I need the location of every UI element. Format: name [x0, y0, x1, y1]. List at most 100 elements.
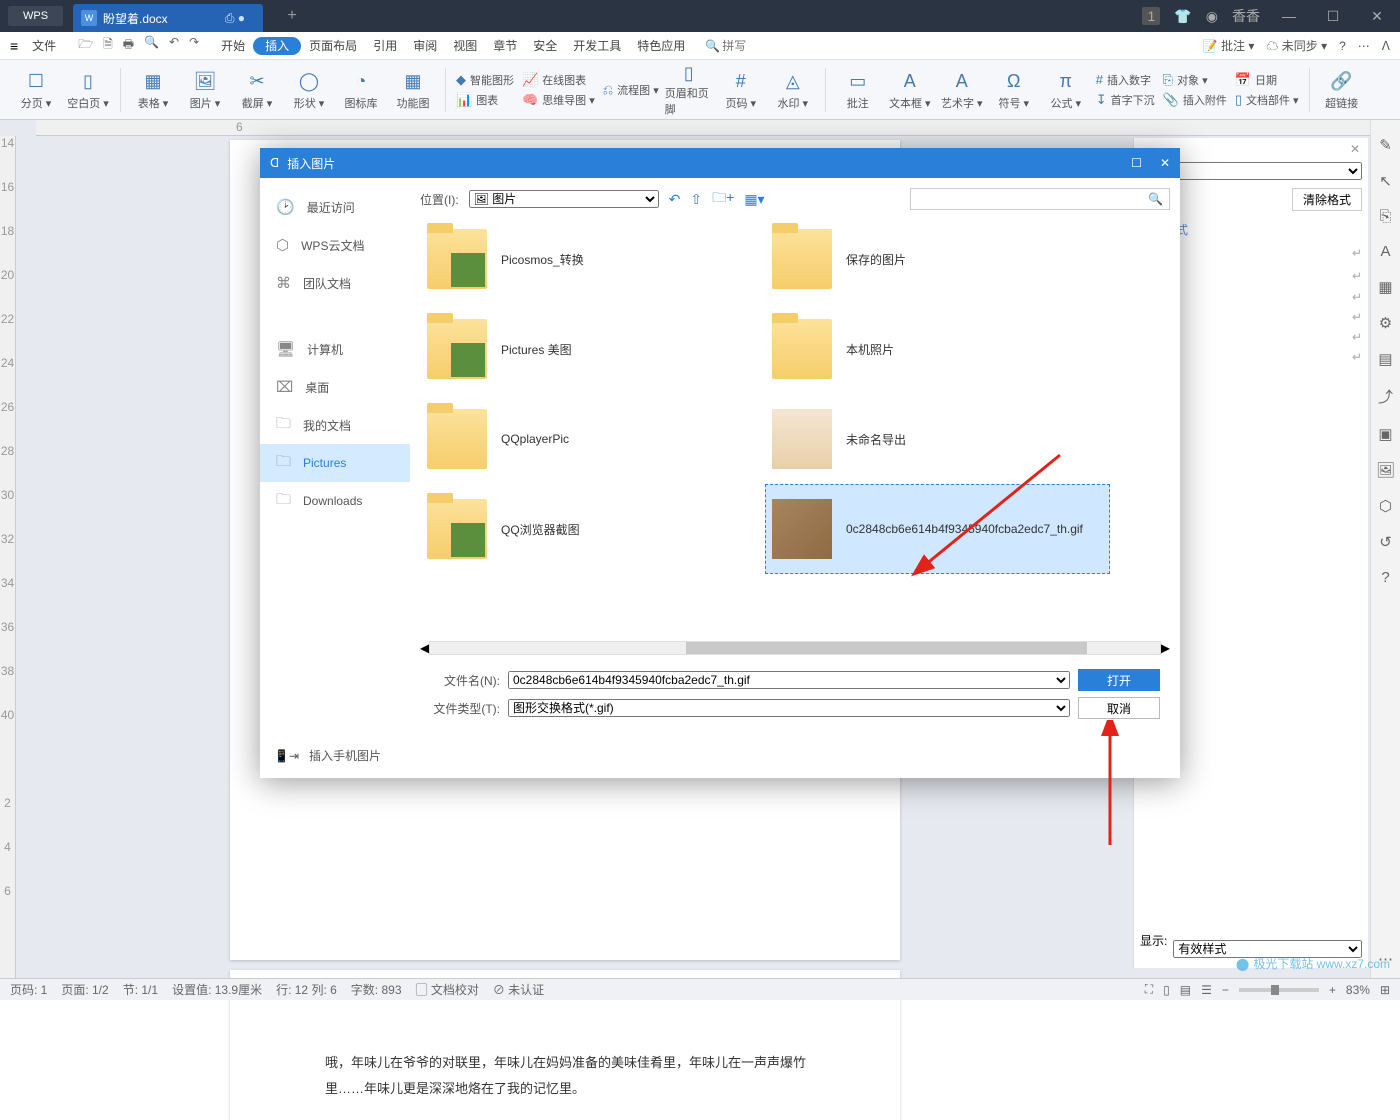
- ribbon-截屏 ▾[interactable]: ✂截屏 ▾: [233, 63, 281, 117]
- zoom-out-button[interactable]: −: [1222, 983, 1229, 997]
- qat-open-icon[interactable]: 🗁: [78, 35, 93, 56]
- ribbon-插入数字[interactable]: #插入数字: [1096, 72, 1155, 88]
- search-input[interactable]: [722, 39, 822, 53]
- ribbon-超链接[interactable]: 🔗超链接: [1318, 63, 1366, 117]
- view-page-icon[interactable]: ▯: [1163, 983, 1170, 997]
- status-页面: 1/2[interactable]: 页面: 1/2: [61, 981, 108, 998]
- status-⊘ 未认证[interactable]: ⊘ 未认证: [493, 981, 544, 998]
- ribbon-文档部件 ▾[interactable]: ▯文档部件 ▾: [1235, 92, 1299, 108]
- share-icon[interactable]: ⤴: [1378, 386, 1393, 407]
- nav-icon[interactable]: ▣: [1378, 425, 1392, 443]
- view-outline-icon[interactable]: ☰: [1201, 983, 1212, 997]
- annot-mode[interactable]: 📝 批注 ▾: [1203, 37, 1255, 54]
- filetype-select[interactable]: 图形交换格式(*.gif): [508, 699, 1070, 717]
- status-设置值: 13.9厘米[interactable]: 设置值: 13.9厘米: [172, 981, 262, 998]
- scroll-right-icon[interactable]: ▶: [1161, 641, 1170, 655]
- maximize-button[interactable]: ☐: [1318, 8, 1348, 25]
- dialog-search[interactable]: 🔍: [910, 188, 1170, 210]
- fullscreen-icon[interactable]: ⛶: [1145, 982, 1153, 997]
- question-icon[interactable]: ?: [1381, 569, 1389, 586]
- sidebar-WPS云文档[interactable]: ⬡WPS云文档: [260, 226, 410, 264]
- sidebar-Pictures[interactable]: 🗀Pictures: [260, 444, 410, 482]
- status-▢ 文档校对[interactable]: ▢ 文档校对: [416, 981, 479, 998]
- file-0c2848cb6e614b4f9345940fcba2edc7_th.gif[interactable]: 0c2848cb6e614b4f9345940fcba2edc7_th.gif: [765, 484, 1110, 574]
- settings-icon[interactable]: ⚙: [1379, 314, 1392, 332]
- zoom-slider[interactable]: [1239, 988, 1319, 992]
- table-icon[interactable]: ▦: [1378, 278, 1392, 296]
- menu-章节[interactable]: 章节: [485, 39, 525, 53]
- layout-icon[interactable]: ▤: [1378, 350, 1392, 368]
- scroll-thumb[interactable]: [686, 642, 1087, 654]
- ribbon-插入附件[interactable]: 📎插入附件: [1163, 92, 1227, 108]
- ribbon-页码 ▾[interactable]: #页码 ▾: [717, 63, 765, 117]
- file-Pictures 美图[interactable]: Pictures 美图: [420, 304, 765, 394]
- more-icon[interactable]: ⋯: [1358, 39, 1370, 53]
- ribbon-水印 ▾[interactable]: ◬水印 ▾: [769, 63, 817, 117]
- hamburger-icon[interactable]: ≡: [10, 38, 18, 54]
- menu-引用[interactable]: 引用: [365, 39, 405, 53]
- clear-format-button[interactable]: 清除格式: [1292, 188, 1362, 211]
- ribbon-首字下沉[interactable]: ↧首字下沉: [1096, 92, 1155, 108]
- sidebar-最近访问[interactable]: 🕑最近访问: [260, 188, 410, 226]
- ribbon-分页 ▾[interactable]: ☐分页 ▾: [12, 63, 60, 117]
- select-tool-icon[interactable]: ↖: [1379, 172, 1392, 190]
- file-保存的图片[interactable]: 保存的图片: [765, 214, 1110, 304]
- ribbon-页眉和页脚[interactable]: ▯页眉和页脚: [665, 63, 713, 117]
- user-name[interactable]: 香香: [1232, 6, 1260, 26]
- file-QQ浏览器截图[interactable]: QQ浏览器截图: [420, 484, 765, 574]
- sidebar-桌面[interactable]: ⌧桌面: [260, 368, 410, 406]
- ribbon-功能图[interactable]: ▦功能图: [389, 63, 437, 117]
- ribbon-思维导图 ▾[interactable]: 🧠思维导图 ▾: [522, 92, 595, 108]
- ribbon-对象 ▾[interactable]: ⎘对象 ▾: [1163, 72, 1227, 88]
- insert-phone-image[interactable]: 📱⇥ 插入手机图片: [260, 733, 1180, 778]
- ribbon-流程图 ▾[interactable]: ⎌流程图 ▾: [603, 82, 659, 98]
- ribbon-智能图形[interactable]: ◆智能图形: [456, 72, 514, 88]
- open-button[interactable]: 打开: [1078, 669, 1160, 691]
- ribbon-公式 ▾[interactable]: π公式 ▾: [1042, 63, 1090, 117]
- location-select[interactable]: 🖼 图片: [469, 190, 659, 208]
- menu-开始[interactable]: 开始: [213, 39, 253, 53]
- text-aa-icon[interactable]: A: [1380, 243, 1390, 260]
- notification-badge[interactable]: 1: [1142, 7, 1160, 25]
- picture-icon[interactable]: 🖼: [1376, 461, 1395, 479]
- file-Picosmos_转换[interactable]: Picosmos_转换: [420, 214, 765, 304]
- menu-页面布局[interactable]: 页面布局: [301, 39, 365, 53]
- file-本机照片[interactable]: 本机照片: [765, 304, 1110, 394]
- view-icon[interactable]: ▦▾: [744, 191, 764, 208]
- status-行: 12 列: 6[interactable]: 行: 12 列: 6: [276, 981, 337, 998]
- ribbon-日期[interactable]: 📅日期: [1235, 72, 1299, 88]
- ribbon-表格 ▾[interactable]: ▦表格 ▾: [129, 63, 177, 117]
- zoom-in-button[interactable]: +: [1329, 983, 1336, 997]
- dialog-close-button[interactable]: ✕: [1160, 156, 1170, 170]
- menu-特色应用[interactable]: 特色应用: [629, 39, 693, 53]
- qat-undo-icon[interactable]: ↶: [169, 35, 179, 56]
- file-未命名导出[interactable]: 未命名导出: [765, 394, 1110, 484]
- menu-开发工具[interactable]: 开发工具: [565, 39, 629, 53]
- up-icon[interactable]: ⇧: [690, 191, 702, 208]
- apps-icon[interactable]: ⊞: [1380, 983, 1390, 997]
- ribbon-批注[interactable]: ▭批注: [834, 63, 882, 117]
- search-icon[interactable]: 🔍: [1148, 192, 1163, 206]
- qat-save-icon[interactable]: 🗎: [103, 35, 113, 56]
- sidebar-团队文档[interactable]: ⌘团队文档: [260, 264, 410, 302]
- new-tab-button[interactable]: +: [283, 7, 301, 25]
- ribbon-图标库[interactable]: ◔图标库: [337, 63, 385, 117]
- scroll-left-icon[interactable]: ◀: [420, 641, 429, 655]
- qat-redo-icon[interactable]: ↷: [189, 35, 199, 56]
- sidebar-Downloads[interactable]: 🗀Downloads: [260, 482, 410, 520]
- close-panel-icon[interactable]: ✕: [1350, 142, 1360, 156]
- view-web-icon[interactable]: ▤: [1180, 983, 1191, 997]
- menu-视图[interactable]: 视图: [445, 39, 485, 53]
- back-icon[interactable]: ↶: [669, 191, 681, 208]
- menu-插入[interactable]: 插入: [253, 37, 301, 55]
- zoom-value[interactable]: 83%: [1346, 983, 1370, 997]
- history-icon[interactable]: ↺: [1379, 533, 1392, 551]
- ribbon-空白页 ▾[interactable]: ▯空白页 ▾: [64, 63, 112, 117]
- minimize-button[interactable]: —: [1274, 8, 1304, 24]
- help-button[interactable]: ?: [1339, 39, 1346, 53]
- sidebar-计算机[interactable]: 🖥计算机: [260, 330, 410, 368]
- menu-审阅[interactable]: 审阅: [405, 39, 445, 53]
- ribbon-图表[interactable]: 📊图表: [456, 92, 514, 108]
- ribbon-艺术字 ▾[interactable]: A艺术字 ▾: [938, 63, 986, 117]
- qat-preview-icon[interactable]: 🔍: [144, 35, 159, 56]
